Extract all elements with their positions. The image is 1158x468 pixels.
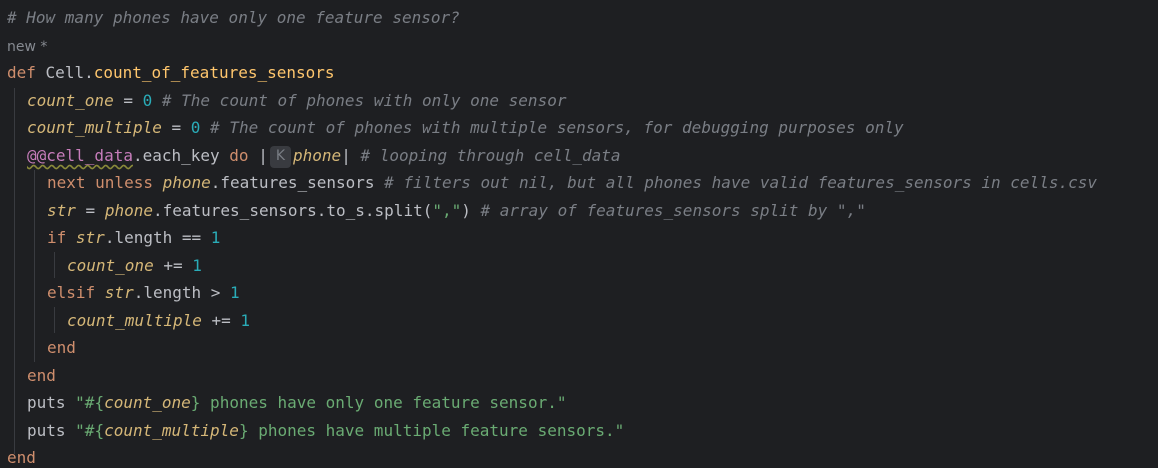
count-one-variable: count_one: [67, 256, 154, 275]
author-hint[interactable]: new *: [7, 39, 47, 55]
string-open: "#{: [75, 393, 105, 412]
interpolated-count-one: count_one: [104, 393, 191, 412]
pipe-close: |: [341, 146, 361, 165]
count-multiple-comment: # The count of phones with multiple sens…: [200, 118, 904, 137]
phone-ref: phone: [162, 173, 211, 192]
interpolation-close: }: [190, 393, 201, 412]
one-literal: 1: [230, 283, 240, 302]
indent-guide-if: [54, 252, 55, 278]
do-keyword: do: [229, 146, 249, 165]
code-line-count-multiple-init[interactable]: count_multiple = 0 # The count of phones…: [27, 114, 904, 141]
end-keyword: end: [27, 366, 56, 385]
plus-assign-operator: +=: [201, 311, 241, 330]
code-line-inc-count-one[interactable]: count_one += 1: [67, 252, 202, 279]
code-line-next-unless[interactable]: next unless phone.features_sensors # fil…: [47, 169, 1097, 196]
one-literal: 1: [192, 256, 202, 275]
code-editor[interactable]: # How many phones have only one feature …: [0, 0, 1158, 468]
code-line-inc-count-multiple[interactable]: count_multiple += 1: [67, 307, 250, 334]
loop-comment: # looping through cell_data: [360, 146, 621, 165]
indent-guide-elsif: [54, 307, 55, 333]
code-line-usage-hint[interactable]: new *: [7, 32, 47, 59]
elsif-keyword: elsif: [47, 283, 105, 302]
count-one-variable: count_one: [27, 91, 114, 110]
code-line-puts-one[interactable]: puts "#{count_one} phones have only one …: [27, 389, 566, 416]
class-variable-cell-data: @@cell_data: [27, 146, 133, 165]
assign-operator: =: [113, 91, 143, 110]
code-line-puts-multiple[interactable]: puts "#{count_multiple} phones have mult…: [27, 417, 624, 444]
length-gt-condition: .length >: [133, 283, 231, 302]
code-line-count-one-init[interactable]: count_one = 0 # The count of phones with…: [27, 87, 566, 114]
code-line-if[interactable]: if str.length == 1: [47, 224, 220, 251]
str-ref: str: [104, 283, 134, 302]
assign-operator: =: [161, 118, 191, 137]
str-variable: str: [47, 201, 76, 220]
split-comment: # array of features_sensors split by ",": [480, 201, 866, 220]
puts-call: puts: [27, 393, 76, 412]
code-line-elsif[interactable]: elsif str.length > 1: [47, 279, 240, 306]
class-name: Cell: [45, 63, 85, 82]
count-one-comment: # The count of phones with only one sens…: [152, 91, 567, 110]
split-close: ): [461, 201, 481, 220]
count-multiple-variable: count_multiple: [27, 118, 162, 137]
param-type-hint[interactable]: K: [269, 145, 292, 168]
each-key-call: .each_key: [132, 146, 230, 165]
indent-guide-def: [14, 88, 15, 454]
def-keyword: def: [7, 63, 36, 82]
code-line-each-key[interactable]: @@cell_data.each_key do | Kphone| # loopi…: [27, 142, 621, 169]
code-line-str-assign[interactable]: str = phone.features_sensors.to_s.split(…: [47, 197, 866, 224]
code-line-end-do[interactable]: end: [27, 362, 56, 389]
end-keyword: end: [47, 338, 76, 357]
one-literal: 1: [240, 311, 251, 330]
puts-call: puts: [27, 421, 76, 440]
comment-question: # How many phones have only one feature …: [7, 8, 460, 27]
next-unless-keyword: next unless: [47, 173, 163, 192]
code-line-1[interactable]: # How many phones have only one feature …: [7, 4, 460, 31]
count-multiple-variable: count_multiple: [67, 311, 202, 330]
split-call: .features_sensors.to_s.split(: [152, 201, 433, 220]
interpolation-close: }: [238, 421, 249, 440]
puts-multiple-string: phones have multiple feature sensors.": [248, 421, 625, 440]
indent-guide-do: [34, 170, 35, 362]
zero-literal: 0: [142, 91, 153, 110]
zero-literal: 0: [190, 118, 201, 137]
method-name: count_of_features_sensors: [93, 63, 335, 82]
plus-assign-operator: +=: [153, 256, 193, 275]
phone-param: phone: [293, 146, 342, 165]
puts-one-string: phones have only one feature sensor.": [200, 393, 567, 412]
length-eq-condition: .length ==: [104, 228, 211, 247]
features-sensors-call: .features_sensors: [210, 173, 385, 192]
string-open: "#{: [75, 421, 105, 440]
end-keyword: end: [7, 448, 36, 467]
split-arg-string: ",": [432, 201, 462, 220]
pipe-open: |: [248, 146, 268, 165]
next-comment: # filters out nil, but all phones have v…: [384, 173, 1097, 192]
if-keyword: if: [47, 228, 76, 247]
interpolated-count-multiple: count_multiple: [104, 421, 239, 440]
code-line-end-if[interactable]: end: [47, 334, 76, 361]
one-literal: 1: [210, 228, 221, 247]
code-line-def[interactable]: def Cell.count_of_features_sensors: [7, 59, 335, 86]
code-line-end-def[interactable]: end: [7, 444, 36, 468]
phone-ref: phone: [104, 201, 153, 220]
assign-operator: =: [75, 201, 105, 220]
str-ref: str: [75, 228, 105, 247]
